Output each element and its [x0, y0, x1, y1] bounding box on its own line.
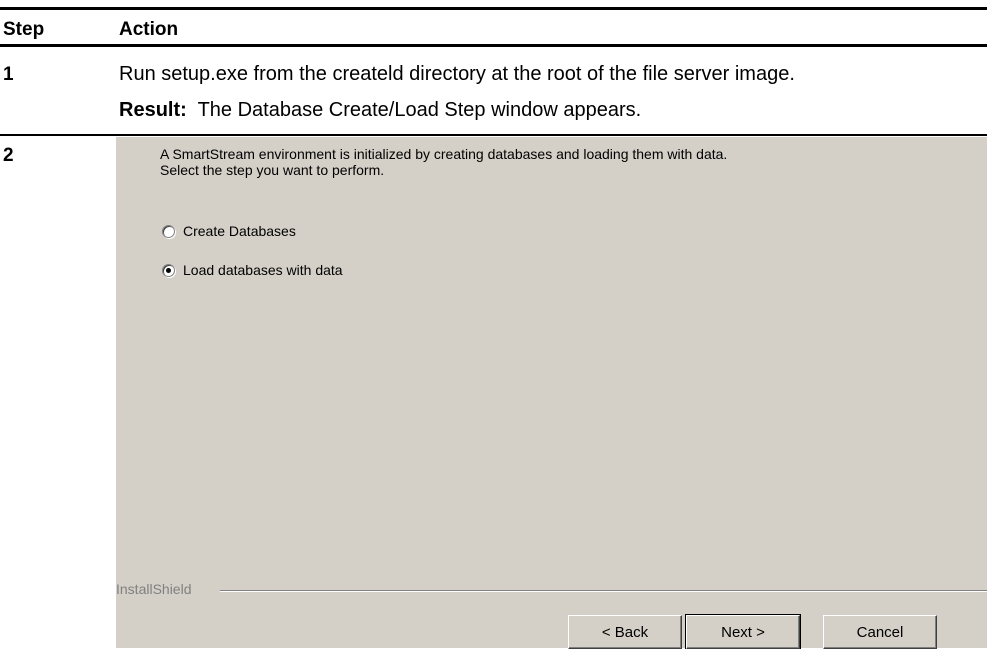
separator-line	[220, 590, 987, 592]
option-create-databases[interactable]: Create Databases	[162, 223, 296, 239]
intro-line-2: Select the step you want to perform.	[160, 162, 385, 178]
row-divider	[0, 134, 987, 136]
header-bottom-rule	[0, 44, 987, 47]
step-1-action: Run setup.exe from the createld director…	[119, 63, 795, 85]
dialog-intro-text: A SmartStream environment is initialized…	[160, 146, 727, 178]
option-label: Load databases with data	[183, 262, 343, 278]
header-step: Step	[3, 19, 45, 40]
back-button[interactable]: < Back	[568, 615, 682, 649]
cancel-button[interactable]: Cancel	[823, 615, 937, 649]
step-number-2: 2	[3, 145, 14, 166]
result-label: Result:	[119, 99, 187, 121]
radio-unselected-icon[interactable]	[162, 224, 175, 238]
step-number-1: 1	[3, 64, 14, 85]
table-top-rule	[0, 7, 987, 10]
installshield-brand: InstallShield	[116, 581, 192, 597]
next-button[interactable]: Next >	[685, 614, 801, 649]
intro-line-1: A SmartStream environment is initialized…	[160, 146, 728, 162]
step-1-result: Result: The Database Create/Load Step wi…	[119, 99, 641, 122]
result-text: The Database Create/Load Step window app…	[197, 99, 642, 121]
option-load-databases[interactable]: Load databases with data	[162, 262, 343, 278]
option-label: Create Databases	[183, 223, 296, 239]
radio-selected-icon[interactable]	[162, 263, 175, 277]
header-action: Action	[119, 19, 179, 40]
database-create-load-dialog: A SmartStream environment is initialized…	[116, 137, 987, 649]
